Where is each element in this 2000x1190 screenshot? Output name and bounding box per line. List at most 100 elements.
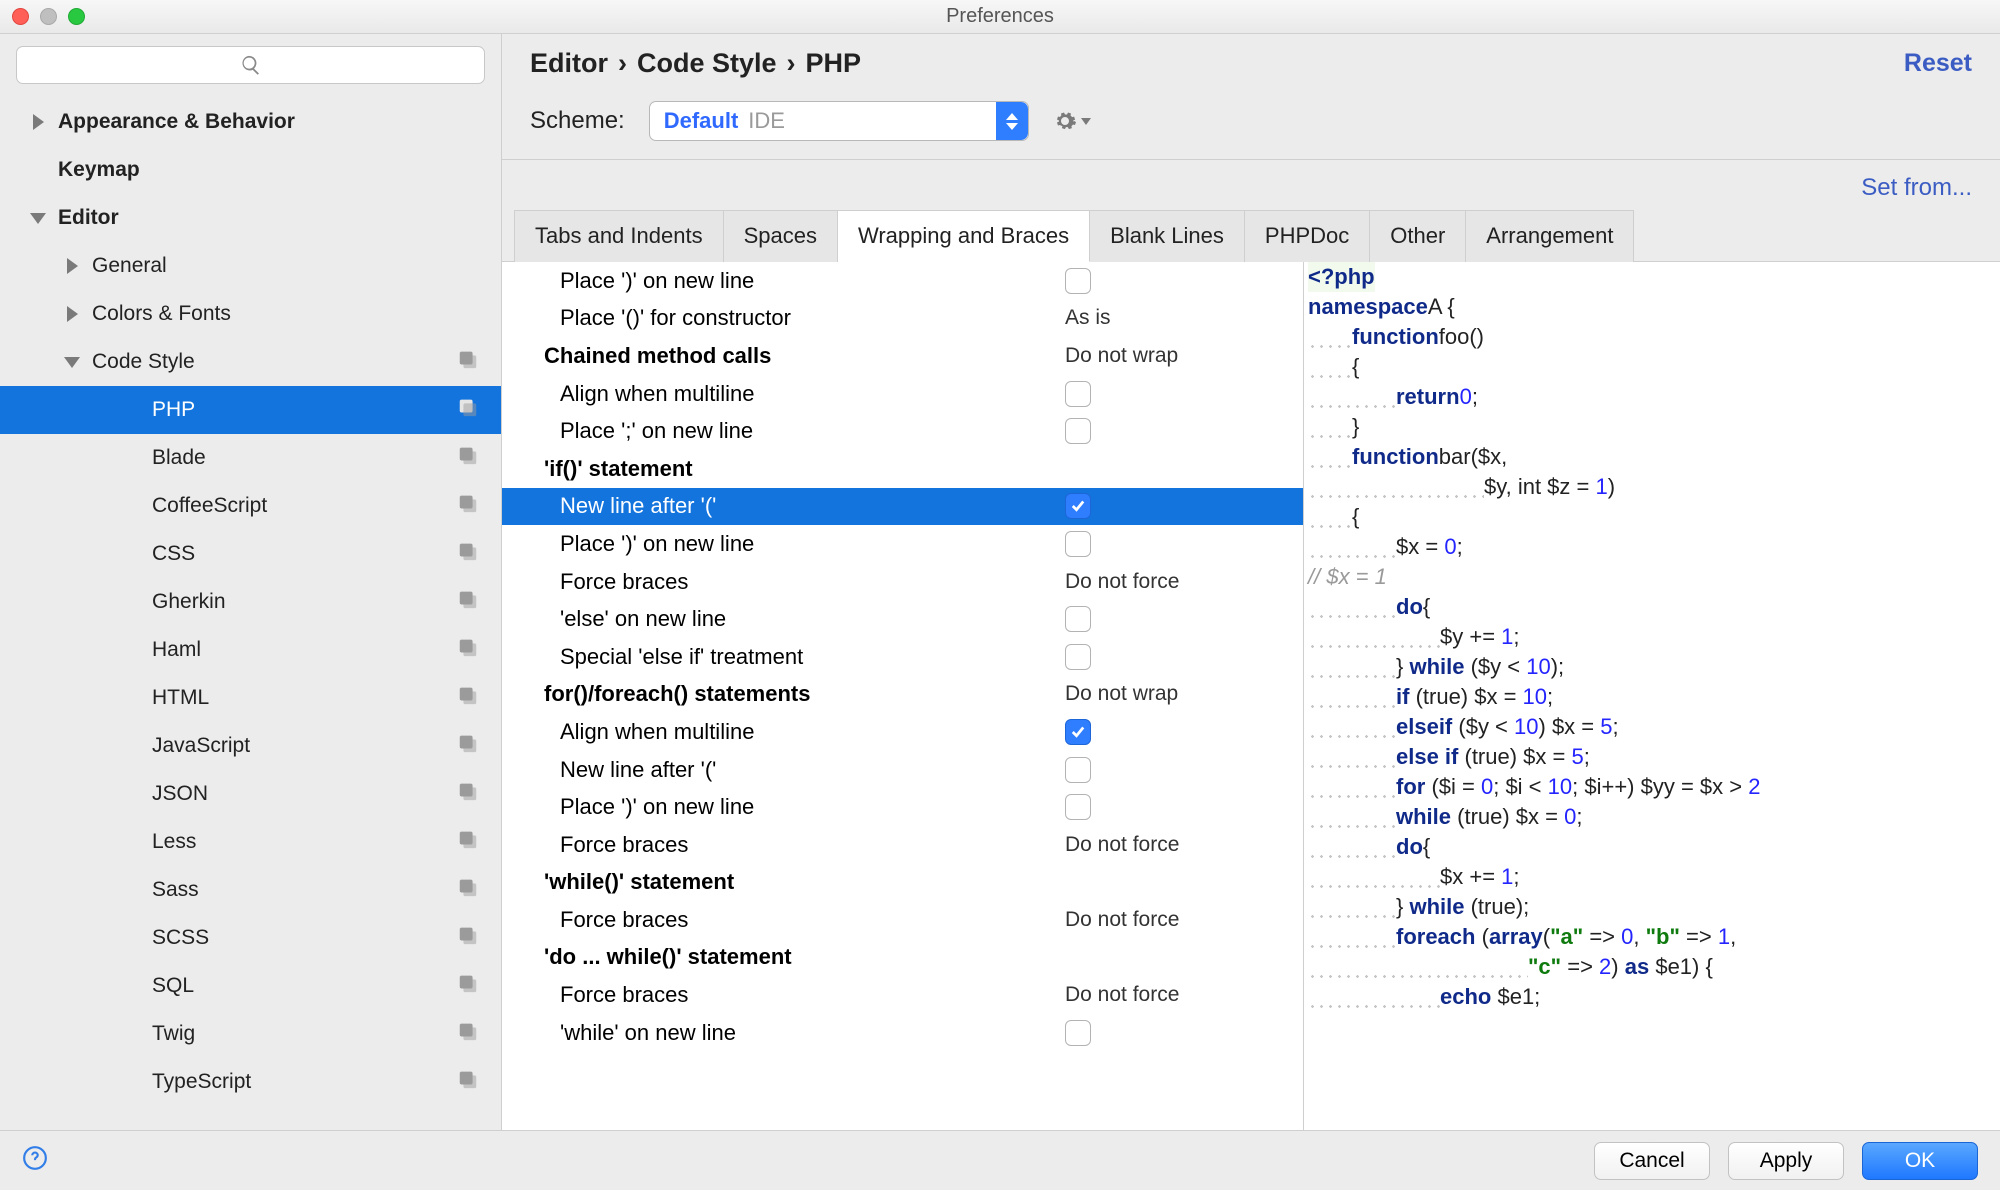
tab-spaces[interactable]: Spaces <box>724 210 838 262</box>
setting-row[interactable]: Place ')' on new line <box>502 525 1303 563</box>
setting-label: New line after '(' <box>502 757 1065 783</box>
setting-row[interactable]: Chained method callsDo not wrap <box>502 337 1303 375</box>
sidebar-item-label: Twig <box>152 1022 195 1046</box>
tab-tabs-and-indents[interactable]: Tabs and Indents <box>514 210 724 262</box>
sidebar-item-typescript[interactable]: TypeScript <box>0 1058 501 1106</box>
setting-label: Align when multiline <box>502 381 1065 407</box>
checkbox-icon[interactable] <box>1065 1020 1091 1046</box>
setting-label: Place ')' on new line <box>502 794 1065 820</box>
stepper-icon[interactable] <box>996 102 1028 140</box>
sidebar-item-scss[interactable]: SCSS <box>0 914 501 962</box>
disclosure-right-icon <box>33 114 44 130</box>
sidebar-item-code-style[interactable]: Code Style <box>0 338 501 386</box>
window-zoom-icon[interactable] <box>68 8 85 25</box>
sidebar-item-html[interactable]: HTML <box>0 674 501 722</box>
tab-blank-lines[interactable]: Blank Lines <box>1090 210 1245 262</box>
checkbox-icon[interactable] <box>1065 606 1091 632</box>
tab-other[interactable]: Other <box>1370 210 1466 262</box>
setting-value[interactable]: Do not wrap <box>1065 344 1303 368</box>
setting-label: Place ')' on new line <box>502 531 1065 557</box>
setting-row[interactable]: New line after '(' <box>502 751 1303 789</box>
search-input[interactable] <box>16 46 485 84</box>
setting-row[interactable]: Place '()' for constructorAs is <box>502 300 1303 338</box>
sidebar-item-editor[interactable]: Editor <box>0 194 501 242</box>
settings-list: Place ')' on new linePlace '()' for cons… <box>502 262 1304 1130</box>
setting-row[interactable]: Special 'else if' treatment <box>502 638 1303 676</box>
checkbox-icon[interactable] <box>1065 268 1091 294</box>
sidebar-item-gherkin[interactable]: Gherkin <box>0 578 501 626</box>
setting-label: 'while()' statement <box>544 869 1065 895</box>
setting-value[interactable]: As is <box>1065 306 1303 330</box>
sidebar-item-label: General <box>92 254 167 278</box>
setting-row[interactable]: Align when multiline <box>502 375 1303 413</box>
sidebar-item-blade[interactable]: Blade <box>0 434 501 482</box>
help-button[interactable] <box>22 1145 48 1177</box>
sidebar-item-twig[interactable]: Twig <box>0 1010 501 1058</box>
setting-row[interactable]: Force bracesDo not force <box>502 901 1303 939</box>
checkbox-icon[interactable] <box>1065 794 1091 820</box>
sidebar-item-php[interactable]: PHP <box>0 386 501 434</box>
set-from-link[interactable]: Set from... <box>1861 174 1972 202</box>
sidebar-item-sql[interactable]: SQL <box>0 962 501 1010</box>
breadcrumb-editor[interactable]: Editor <box>530 48 608 79</box>
setting-value[interactable]: Do not wrap <box>1065 682 1303 706</box>
checkbox-icon[interactable] <box>1065 531 1091 557</box>
checkbox-icon[interactable] <box>1065 719 1091 745</box>
sidebar-item-colors-fonts[interactable]: Colors & Fonts <box>0 290 501 338</box>
setting-row[interactable]: Place ';' on new line <box>502 412 1303 450</box>
sidebar-item-less[interactable]: Less <box>0 818 501 866</box>
setting-row[interactable]: Force bracesDo not force <box>502 563 1303 601</box>
sidebar-item-label: Appearance & Behavior <box>58 110 295 134</box>
sidebar-item-json[interactable]: JSON <box>0 770 501 818</box>
sidebar-item-sass[interactable]: Sass <box>0 866 501 914</box>
setting-value[interactable]: Do not force <box>1065 833 1303 857</box>
sidebar-item-general[interactable]: General <box>0 242 501 290</box>
reset-link[interactable]: Reset <box>1904 49 1972 78</box>
apply-button[interactable]: Apply <box>1728 1142 1844 1180</box>
scheme-actions-button[interactable] <box>1053 109 1091 133</box>
checkbox-icon[interactable] <box>1065 493 1091 519</box>
setting-row[interactable]: Place ')' on new line <box>502 262 1303 300</box>
tab-wrapping-and-braces[interactable]: Wrapping and Braces <box>838 210 1090 262</box>
breadcrumb-codestyle[interactable]: Code Style <box>637 48 777 79</box>
setting-value[interactable]: Do not force <box>1065 570 1303 594</box>
window-close-icon[interactable] <box>12 8 29 25</box>
window-minimize-icon <box>40 8 57 25</box>
setting-row[interactable]: Force bracesDo not force <box>502 976 1303 1014</box>
sidebar-item-appearance-behavior[interactable]: Appearance & Behavior <box>0 98 501 146</box>
sidebar-item-keymap[interactable]: Keymap <box>0 146 501 194</box>
setting-row[interactable]: 'if()' statement <box>502 450 1303 488</box>
scheme-name: Default <box>664 108 739 134</box>
sidebar-item-coffeescript[interactable]: CoffeeScript <box>0 482 501 530</box>
setting-label: 'if()' statement <box>544 456 1065 482</box>
setting-row[interactable]: Align when multiline <box>502 713 1303 751</box>
disclosure-down-icon <box>30 213 46 224</box>
setting-row[interactable]: Force bracesDo not force <box>502 826 1303 864</box>
setting-row[interactable]: for()/foreach() statementsDo not wrap <box>502 676 1303 714</box>
cancel-button[interactable]: Cancel <box>1594 1142 1710 1180</box>
setting-value[interactable]: Do not force <box>1065 908 1303 932</box>
scheme-label: Scheme: <box>530 107 625 135</box>
setting-value[interactable]: Do not force <box>1065 983 1303 1007</box>
sidebar: Appearance & Behavior KeymapEditor General… <box>0 34 502 1130</box>
checkbox-icon[interactable] <box>1065 757 1091 783</box>
setting-row[interactable]: 'while()' statement <box>502 864 1303 902</box>
scheme-select[interactable]: Default IDE <box>649 101 1029 141</box>
checkbox-icon[interactable] <box>1065 644 1091 670</box>
setting-row[interactable]: Place ')' on new line <box>502 788 1303 826</box>
setting-label: Force braces <box>502 982 1065 1008</box>
sidebar-item-haml[interactable]: Haml <box>0 626 501 674</box>
sidebar-item-css[interactable]: CSS <box>0 530 501 578</box>
tab-arrangement[interactable]: Arrangement <box>1466 210 1634 262</box>
setting-row[interactable]: 'while' on new line <box>502 1014 1303 1052</box>
titlebar: Preferences <box>0 0 2000 34</box>
ok-button[interactable]: OK <box>1862 1142 1978 1180</box>
sidebar-item-javascript[interactable]: JavaScript <box>0 722 501 770</box>
content-pane: Editor › Code Style › PHP Reset Scheme: … <box>502 34 2000 1130</box>
setting-row[interactable]: New line after '(' <box>502 488 1303 526</box>
setting-row[interactable]: 'do ... while()' statement <box>502 939 1303 977</box>
checkbox-icon[interactable] <box>1065 418 1091 444</box>
checkbox-icon[interactable] <box>1065 381 1091 407</box>
setting-row[interactable]: 'else' on new line <box>502 600 1303 638</box>
tab-phpdoc[interactable]: PHPDoc <box>1245 210 1370 262</box>
